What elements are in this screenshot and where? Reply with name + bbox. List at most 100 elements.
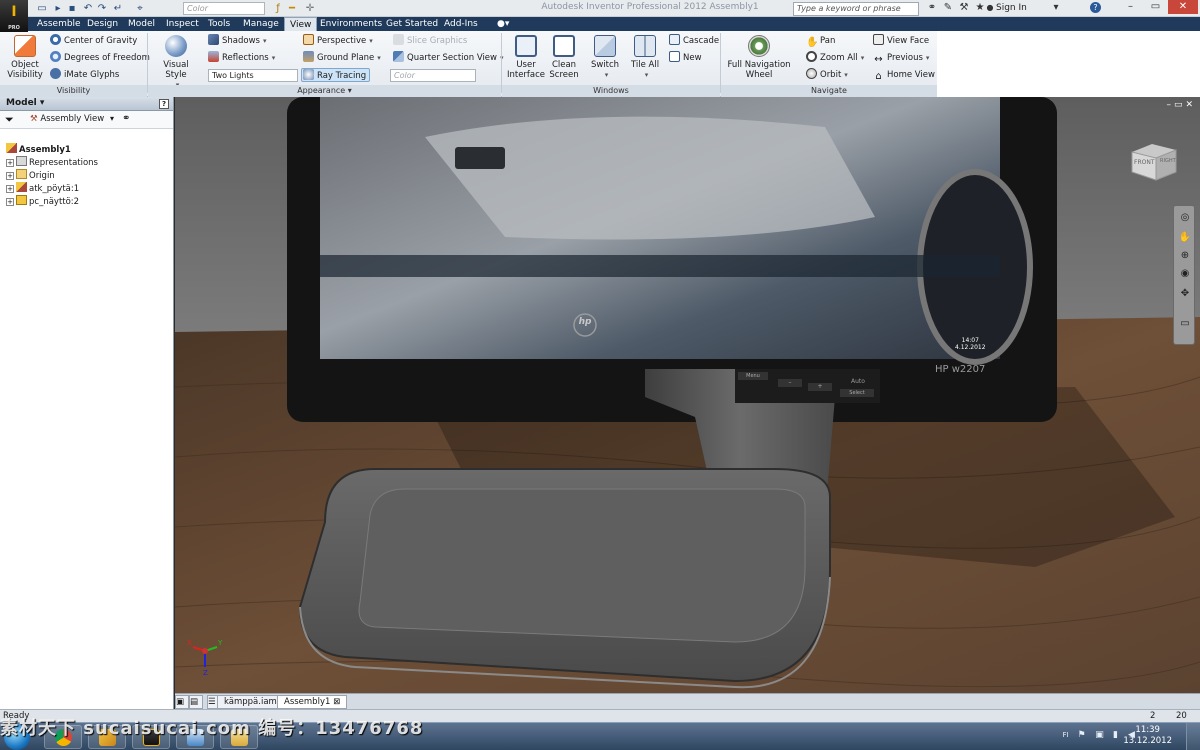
undo-icon[interactable]: ↶ <box>82 3 94 14</box>
help-icon[interactable]: ? <box>1090 2 1101 13</box>
look-at-icon[interactable]: ✥ <box>1178 288 1192 300</box>
show-desktop-button[interactable] <box>1186 723 1200 750</box>
signin-dropdown-icon[interactable]: ▾ <box>1050 2 1062 14</box>
user-interface-icon <box>515 35 537 57</box>
orbit-button[interactable]: Orbit ▾ <box>806 68 848 82</box>
tile-windows-icon[interactable]: ▣ <box>175 695 189 709</box>
tree-item-pc-naytto[interactable]: + pc_näyttö:2 <box>6 195 79 208</box>
doc-tab-kamppa[interactable]: kämppä.iam <box>217 695 284 709</box>
switch-window-button[interactable]: Switch ▾ <box>588 35 622 80</box>
application-menu-button[interactable]: PRO I <box>0 0 28 32</box>
binoculars-icon[interactable]: ⚭ <box>926 2 938 14</box>
tray-signal-icon[interactable]: ▮ <box>1110 730 1121 741</box>
zoom-all-button[interactable]: Zoom All ▾ <box>806 51 864 65</box>
qat-color-select[interactable]: Color <box>183 2 265 15</box>
pan-icon[interactable]: ✋ <box>1178 232 1192 244</box>
view-face-button[interactable]: View Face <box>873 34 929 48</box>
tab-model[interactable]: Model <box>123 17 160 31</box>
tab-environments[interactable]: Environments <box>315 17 387 31</box>
help-icon[interactable]: ? <box>159 99 169 109</box>
ribbon-options-icon[interactable]: ●▾ <box>492 17 514 31</box>
visual-style-button[interactable]: Visual Style ▾ <box>152 35 200 90</box>
steering-wheel-icon[interactable]: ◎ <box>1178 212 1192 224</box>
clean-screen-button[interactable]: Clean Screen <box>548 35 580 80</box>
tree-item-atk-poyta[interactable]: + atk_pöytä:1 <box>6 182 79 195</box>
sign-in-link[interactable]: Sign In <box>996 3 1027 13</box>
tree-item-representations[interactable]: + Representations <box>6 156 98 169</box>
tab-inspect[interactable]: Inspect <box>161 17 204 31</box>
expand-icon[interactable]: + <box>6 172 14 180</box>
ray-tracing-button[interactable]: Ray Tracing <box>301 68 371 82</box>
appearance-color-select[interactable]: Color <box>390 69 476 82</box>
help-search-input[interactable]: Type a keyword or phrase <box>793 2 919 16</box>
home-view-button[interactable]: ⌂ Home View <box>873 68 935 82</box>
ground-plane-button[interactable]: Ground Plane ▾ <box>303 51 381 65</box>
center-of-gravity-button[interactable]: Center of Gravity <box>50 34 137 48</box>
close-icon[interactable]: ✕ <box>1168 0 1198 14</box>
filter-icon[interactable]: ⏷ <box>5 113 14 127</box>
tree-item-origin[interactable]: + Origin <box>6 169 55 182</box>
expand-icon[interactable]: + <box>6 198 14 206</box>
tab-view[interactable]: View <box>284 17 318 31</box>
lighting-style-select[interactable]: Two Lights <box>208 69 298 82</box>
open-file-icon[interactable]: ▸ <box>52 3 64 14</box>
save-icon[interactable]: ▪ <box>66 3 78 14</box>
viewport-window-controls[interactable]: –▭✕ <box>1166 100 1196 110</box>
tray-language[interactable]: FI <box>1060 730 1071 741</box>
previous-view-button[interactable]: ↔ Previous ▾ <box>873 51 929 65</box>
customize-icon[interactable]: ▭ <box>1178 318 1192 330</box>
degrees-of-freedom-button[interactable]: Degrees of Freedom <box>50 51 150 65</box>
chevron-down-icon[interactable]: ▾ <box>110 114 114 123</box>
subscription-icon[interactable]: ✎ <box>942 2 954 14</box>
fx-icon[interactable]: ƒ <box>272 3 284 14</box>
communication-icon[interactable]: ⚒ <box>958 2 970 14</box>
tab-tools[interactable]: Tools <box>203 17 235 31</box>
close-tab-icon[interactable]: ⊠ <box>333 697 340 707</box>
doc-tab-assembly1[interactable]: Assembly1 ⊠ <box>277 695 348 709</box>
cascade-button[interactable]: Cascade <box>669 34 719 48</box>
new-file-icon[interactable]: ▭ <box>36 3 48 14</box>
tab-get-started[interactable]: Get Started <box>381 17 443 31</box>
new-window-button[interactable]: New <box>669 51 702 65</box>
slice-graphics-button[interactable]: Slice Graphics <box>393 34 467 48</box>
user-interface-button[interactable]: User Interface <box>506 35 546 80</box>
expand-icon[interactable]: + <box>6 159 14 167</box>
cross-icon[interactable]: ✛ <box>304 3 316 14</box>
tray-clock[interactable]: 11:39 13.12.2012 <box>1123 725 1172 747</box>
reflections-button[interactable]: Reflections ▾ <box>208 51 275 65</box>
tab-manage[interactable]: Manage <box>238 17 284 31</box>
minimize-icon[interactable]: – <box>1118 0 1143 14</box>
tile-all-button[interactable]: Tile All ▾ <box>628 35 662 80</box>
maximize-icon[interactable]: ▭ <box>1143 0 1168 14</box>
full-navigation-wheel-button[interactable]: Full Navigation Wheel <box>726 35 792 80</box>
shadows-button[interactable]: Shadows ▾ <box>208 34 266 48</box>
browser-title[interactable]: Model <box>6 98 37 108</box>
zoom-icon[interactable]: ⊕ <box>1178 250 1192 262</box>
tree-item-assembly1[interactable]: Assembly1 <box>6 143 71 156</box>
chevron-down-icon[interactable]: ▾ <box>40 98 45 108</box>
redo-icon[interactable]: ↷ <box>96 3 108 14</box>
monitor-button-plus: + <box>808 383 832 391</box>
tray-network-icon[interactable]: ▣ <box>1094 730 1105 741</box>
quarter-section-view-button[interactable]: Quarter Section View▾ <box>393 51 504 65</box>
select-icon[interactable]: ⌖ <box>134 3 146 14</box>
tab-assemble[interactable]: Assemble <box>32 17 86 31</box>
tab-design[interactable]: Design <box>82 17 123 31</box>
return-icon[interactable]: ↵ <box>112 3 124 14</box>
tray-flag-icon[interactable]: ⚑ <box>1076 730 1087 741</box>
expand-icon[interactable]: + <box>6 185 14 193</box>
assembly-view-dropdown[interactable]: ⚒ Assembly View <box>30 114 104 124</box>
find-binoculars-icon[interactable]: ⚭ <box>122 113 130 124</box>
object-visibility-button[interactable]: Object Visibility <box>6 35 44 80</box>
viewcube[interactable]: FRONT RIGHT <box>1130 140 1178 182</box>
orbit-icon[interactable]: ◉ <box>1178 268 1192 280</box>
line-weight-icon[interactable]: ━ <box>286 3 298 14</box>
clean-screen-label-2: Screen <box>549 70 579 80</box>
perspective-button[interactable]: Perspective ▾ <box>303 34 373 48</box>
cascade-windows-icon[interactable]: ▤ <box>189 695 203 709</box>
graphics-viewport[interactable]: hp HP w2207 14:07 4.12.2012 Auto Menu – … <box>175 97 1200 693</box>
tab-add-ins[interactable]: Add-Ins <box>439 17 483 31</box>
imate-glyphs-button[interactable]: iMate Glyphs <box>50 68 119 82</box>
pan-button[interactable]: ✋ Pan <box>806 34 835 48</box>
signin-person-icon[interactable]: ● <box>984 2 996 14</box>
